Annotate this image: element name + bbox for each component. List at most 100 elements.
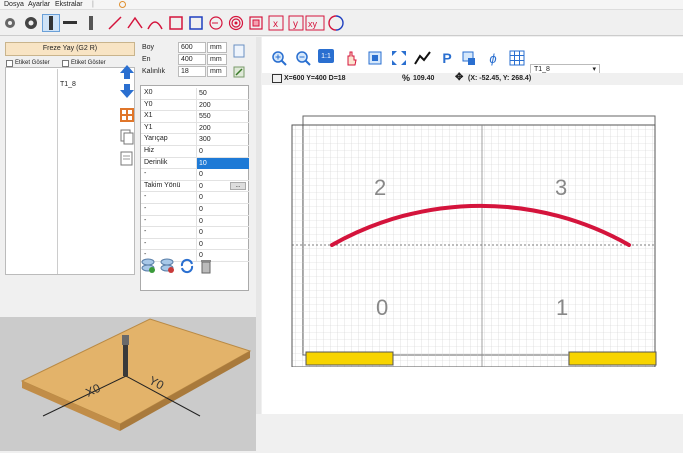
param-value[interactable]: 0: [196, 146, 249, 157]
move-down-arrow-icon[interactable]: [119, 83, 135, 99]
clamp-left: [305, 351, 394, 366]
pan-hand-icon[interactable]: [342, 49, 360, 67]
add-layer-icon[interactable]: [141, 258, 155, 274]
calculator-icon[interactable]: [119, 107, 135, 123]
param-value[interactable]: 0: [196, 169, 249, 181]
param-value[interactable]: 0: [196, 215, 249, 227]
menu-ekstralar[interactable]: Ekstralar: [55, 1, 83, 8]
status-zoom: 109.40: [413, 75, 435, 82]
copy-document-icon[interactable]: [119, 129, 135, 145]
browse-button[interactable]: ...: [230, 182, 246, 190]
grid-icon[interactable]: [508, 49, 526, 67]
p-icon[interactable]: P: [438, 49, 456, 67]
new-document-icon[interactable]: [232, 44, 246, 58]
stock-area: [291, 124, 656, 368]
quadrant-label-1: 1: [556, 295, 568, 320]
arc-icon[interactable]: [146, 14, 164, 32]
trash-icon[interactable]: [199, 258, 213, 274]
svg-text:x: x: [273, 19, 278, 30]
dim-input-kalinlik[interactable]: 18: [178, 66, 206, 77]
dim-input-en[interactable]: 400: [178, 54, 206, 65]
fit-window-icon[interactable]: [366, 49, 384, 67]
param-row[interactable]: -0: [141, 250, 249, 262]
diameter-icon[interactable]: ϕ: [484, 49, 502, 67]
toolpath-icon[interactable]: [414, 49, 432, 67]
param-row[interactable]: X0 50: [141, 88, 249, 100]
param-row[interactable]: Yarıçap 300: [141, 134, 249, 146]
param-row[interactable]: -0: [141, 169, 249, 181]
quadrant-label-2: 2: [374, 175, 386, 200]
x-icon[interactable]: x: [267, 14, 285, 32]
param-row[interactable]: Hiz 0: [141, 146, 249, 158]
tool-select-value: T1_8: [534, 66, 550, 73]
param-key: Takim Yönü: [144, 181, 181, 189]
param-row[interactable]: -0: [141, 227, 249, 239]
rectangle-icon[interactable]: [167, 14, 185, 32]
line-icon[interactable]: [106, 14, 124, 32]
theme-icon[interactable]: [119, 1, 126, 8]
circle-arrow-icon[interactable]: [207, 14, 225, 32]
zoom-out-icon[interactable]: [294, 49, 312, 67]
param-row[interactable]: Y1 200: [141, 122, 249, 135]
menu-separator-icon: |: [92, 1, 94, 8]
menu-dosya[interactable]: Dosya: [4, 1, 24, 8]
tool-bit-icon[interactable]: [82, 14, 100, 32]
main-toolbar: x y xy: [0, 10, 683, 36]
show-label-checkbox-1[interactable]: [6, 60, 13, 67]
param-value[interactable]: 300: [196, 134, 249, 146]
remove-layer-icon[interactable]: [160, 258, 174, 274]
export-icon[interactable]: [460, 49, 478, 67]
param-value[interactable]: 0: [196, 192, 249, 204]
paste-document-icon[interactable]: [119, 150, 135, 166]
param-row[interactable]: -0: [141, 215, 249, 228]
xy-icon[interactable]: xy: [305, 14, 325, 32]
tool-list[interactable]: [5, 67, 135, 275]
panel-splitter[interactable]: [256, 37, 261, 414]
rectangle-offset-icon[interactable]: [187, 14, 205, 32]
drill-icon[interactable]: [62, 14, 80, 32]
param-row[interactable]: X1 550: [141, 111, 249, 123]
move-up-arrow-icon[interactable]: [119, 64, 135, 80]
dim-unit-boy: mm: [207, 42, 227, 53]
param-value[interactable]: 0: [196, 238, 249, 250]
tool-list-item[interactable]: T1_8: [60, 81, 76, 88]
menu-ayarlar[interactable]: Ayarlar: [28, 1, 50, 8]
y-icon[interactable]: y: [287, 14, 305, 32]
left-panel: Freze Yay (G2 R) Etiket Göster Etiket Gö…: [0, 37, 256, 451]
show-label-checkbox-2[interactable]: [62, 60, 69, 67]
clamp-right: [568, 351, 657, 366]
zoom-1to1-button[interactable]: 1:1: [318, 49, 334, 63]
zoom-in-icon[interactable]: [270, 49, 288, 67]
refresh-icon[interactable]: [179, 258, 195, 274]
param-row[interactable]: -0: [141, 192, 249, 204]
move-cross-icon: ✥: [455, 72, 464, 83]
param-value[interactable]: 200: [196, 99, 249, 111]
status-bar: X=600 Y=400 D=18 % 109.40 ✥ (X: -52.45, …: [262, 72, 683, 85]
param-row[interactable]: Derinlik 10: [141, 157, 249, 170]
3d-preview[interactable]: X0 Y0: [0, 317, 256, 451]
dim-row-kalinlik: Kalınlık 18 mm: [140, 66, 228, 78]
tool-mill-icon[interactable]: [42, 14, 60, 32]
expand-arrows-icon[interactable]: [390, 49, 408, 67]
drawing-canvas[interactable]: 2 3 0 1: [288, 115, 660, 368]
edit-pencil-icon[interactable]: [232, 65, 246, 79]
param-value[interactable]: 0: [196, 227, 249, 239]
split-circle-icon[interactable]: [327, 14, 345, 32]
settings-gear-icon[interactable]: [1, 14, 19, 32]
param-value[interactable]: 200: [196, 122, 249, 134]
dim-input-boy[interactable]: 600: [178, 42, 206, 53]
param-row[interactable]: -0: [141, 238, 249, 251]
param-row[interactable]: -0: [141, 204, 249, 216]
dim-label-kalinlik: Kalınlık: [142, 68, 165, 75]
pocket-icon[interactable]: [247, 14, 265, 32]
machine-gear-icon[interactable]: [22, 14, 40, 32]
polyline-icon[interactable]: [126, 14, 144, 32]
svg-text:xy: xy: [308, 19, 318, 29]
param-row[interactable]: Y0 200: [141, 99, 249, 112]
concentric-circle-icon[interactable]: [227, 14, 245, 32]
param-key: X1: [144, 112, 153, 120]
param-value[interactable]: 50: [196, 88, 249, 99]
param-value[interactable]: 0: [196, 204, 249, 215]
param-value[interactable]: 10: [196, 157, 249, 169]
param-value[interactable]: 550: [196, 111, 249, 123]
